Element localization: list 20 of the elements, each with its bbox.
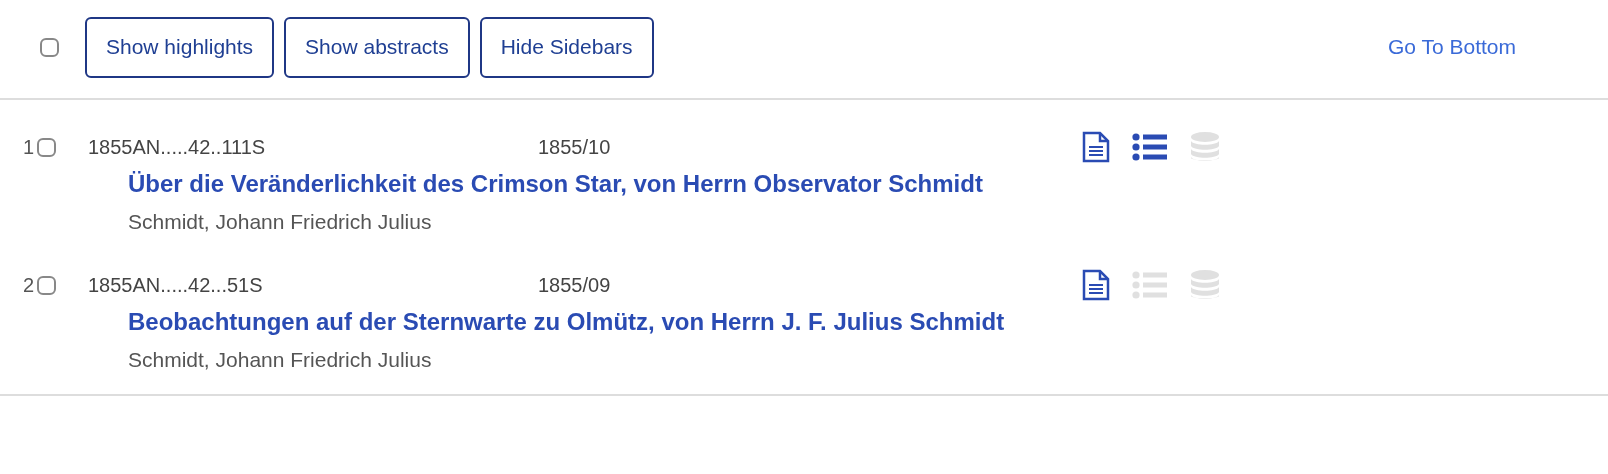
go-to-bottom-link[interactable]: Go To Bottom — [1388, 35, 1516, 59]
checkbox[interactable] — [37, 137, 56, 157]
author-name: Schmidt, Johann Friedrich Julius — [128, 210, 433, 234]
bibcode: 1855AN.....42..111S — [88, 135, 267, 159]
result-number: 2 — [21, 273, 34, 297]
publication-date: 1855/09 — [538, 273, 612, 297]
checkbox[interactable] — [40, 37, 59, 57]
toolbar-button[interactable]: Show abstracts — [284, 16, 470, 78]
bibcode: 1855AN.....42...51S — [88, 273, 264, 297]
document-icon[interactable] — [1082, 131, 1110, 163]
toolbar-button[interactable]: Hide Sidebars — [479, 16, 654, 78]
checkbox[interactable] — [37, 275, 56, 295]
title-link[interactable]: Beobachtungen auf der Sternwarte zu Olmütz, von Herrn J. F. Julius Schmidt — [128, 308, 1005, 336]
result-number: 1 — [21, 135, 34, 159]
list-icon[interactable] — [1132, 133, 1168, 161]
publication-date: 1855/10 — [538, 135, 612, 159]
document-icon[interactable] — [1082, 269, 1110, 301]
toolbar-button[interactable]: Show highlights — [85, 16, 275, 78]
title-link[interactable]: Über die Veränderlichkeit des Crimson Star, von Herrn Observator Schmidt — [128, 170, 983, 198]
author-name: Schmidt, Johann Friedrich Julius — [128, 348, 433, 372]
